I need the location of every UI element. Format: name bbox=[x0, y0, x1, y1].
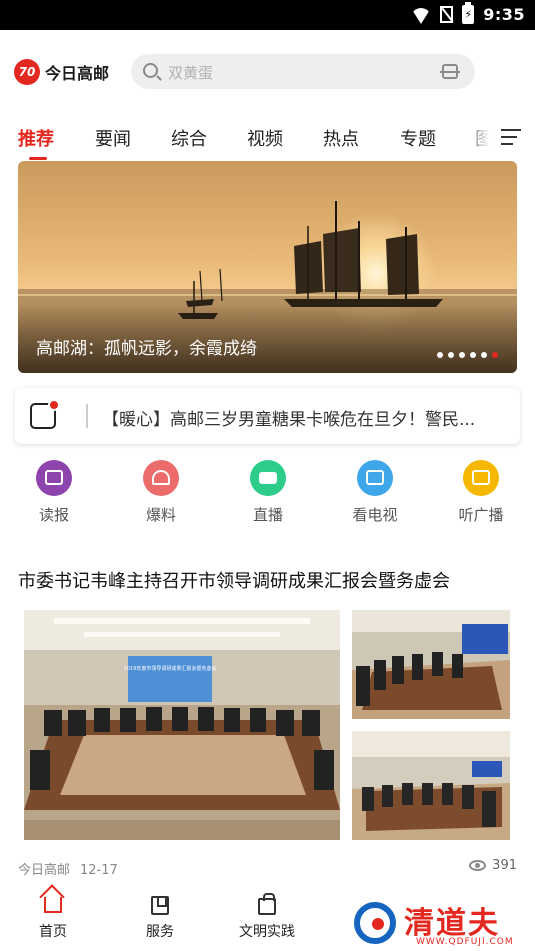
carousel-dot[interactable] bbox=[481, 352, 487, 358]
channel-tabs: 推荐 要闻 综合 视频 热点 专题 图 bbox=[0, 112, 535, 162]
quick-link-report[interactable]: 爆料 bbox=[126, 460, 196, 525]
app-screen: ⚡ 9:35 70 今日高邮 双黄蛋 推荐 要闻 综合 视频 热点 专题 图 bbox=[0, 0, 535, 951]
app-logo[interactable]: 70 今日高邮 bbox=[14, 59, 109, 85]
screen-text: 2019年度市领导调研成果汇报会暨务虚会 bbox=[124, 665, 217, 672]
search-input[interactable]: 双黄蛋 bbox=[168, 62, 213, 83]
carousel-dots bbox=[437, 352, 498, 358]
tab-hot[interactable]: 热点 bbox=[323, 125, 359, 151]
tv-icon bbox=[357, 460, 393, 496]
service-icon bbox=[151, 896, 169, 915]
tab-headlines[interactable]: 要闻 bbox=[95, 125, 131, 151]
search-bar[interactable]: 双黄蛋 bbox=[131, 54, 475, 89]
watermark-url: WWW.QDFUJI.COM bbox=[416, 937, 514, 947]
channel-menu-icon[interactable] bbox=[501, 129, 521, 145]
alarm-icon bbox=[143, 460, 179, 496]
article-date: 12-17 bbox=[80, 863, 118, 878]
view-count: 391 bbox=[469, 858, 517, 873]
carousel-dot[interactable] bbox=[470, 352, 476, 358]
site-watermark: 清道夫 WWW.QDFUJI.COM bbox=[352, 896, 532, 951]
clipboard-icon bbox=[258, 893, 276, 915]
quick-link-radio[interactable]: 听广播 bbox=[446, 460, 516, 525]
carousel-dot[interactable] bbox=[448, 352, 454, 358]
article-image-main[interactable]: 2019年度市领导调研成果汇报会暨务虚会 bbox=[24, 610, 340, 840]
article-image-secondary[interactable] bbox=[352, 610, 510, 719]
notification-icon bbox=[30, 399, 60, 429]
view-count-value: 391 bbox=[492, 858, 517, 873]
video-camera-icon bbox=[250, 460, 286, 496]
quick-link-read-paper[interactable]: 读报 bbox=[19, 460, 89, 525]
article-title[interactable]: 市委书记韦峰主持召开市领导调研成果汇报会暨务虚会 bbox=[18, 567, 518, 593]
tab-video[interactable]: 视频 bbox=[247, 125, 283, 151]
active-tab-indicator bbox=[29, 157, 47, 160]
scan-icon[interactable] bbox=[440, 64, 460, 79]
search-icon bbox=[143, 63, 158, 78]
banner-caption: 高邮湖：孤帆远影，余霞成绮 bbox=[36, 339, 257, 359]
home-icon bbox=[44, 897, 62, 913]
wifi-icon bbox=[411, 7, 432, 24]
nav-service[interactable]: 服务 bbox=[120, 893, 200, 941]
radio-icon bbox=[463, 460, 499, 496]
eye-icon bbox=[469, 860, 487, 871]
status-bar: ⚡ 9:35 bbox=[0, 0, 535, 30]
article-source: 今日高邮 bbox=[18, 863, 71, 878]
nav-home[interactable]: 首页 bbox=[13, 893, 93, 941]
article-image-tertiary[interactable] bbox=[352, 731, 510, 840]
carousel-dot[interactable] bbox=[437, 352, 443, 358]
clock: 9:35 bbox=[483, 5, 525, 24]
book-icon bbox=[36, 460, 72, 496]
ticker-text[interactable]: 【暖心】高邮三岁男童糖果卡喉危在旦夕！警民... bbox=[102, 405, 520, 430]
tab-topics[interactable]: 专题 bbox=[400, 125, 436, 151]
logo-mark-icon: 70 bbox=[14, 59, 40, 85]
quick-link-live[interactable]: 直播 bbox=[233, 460, 303, 525]
nav-civilization-practice[interactable]: 文明实践 bbox=[227, 893, 307, 941]
carousel-dot-active[interactable] bbox=[492, 352, 498, 358]
watermark-logo-icon bbox=[354, 902, 396, 944]
divider bbox=[86, 404, 88, 428]
quick-links: 读报 爆料 直播 看电视 听广播 bbox=[0, 460, 535, 530]
app-header: 70 今日高邮 双黄蛋 bbox=[0, 30, 535, 112]
watermark-text: 清道夫 bbox=[404, 906, 500, 941]
tab-general[interactable]: 综合 bbox=[171, 125, 207, 151]
carousel-dot[interactable] bbox=[459, 352, 465, 358]
logo-text: 今日高邮 bbox=[45, 64, 110, 83]
quick-link-tv[interactable]: 看电视 bbox=[340, 460, 410, 525]
battery-charging-icon: ⚡ bbox=[462, 2, 475, 24]
banner-carousel[interactable]: 高邮湖：孤帆远影，余霞成绮 bbox=[18, 161, 517, 373]
article-meta: 今日高邮 12-17 bbox=[18, 859, 118, 878]
news-ticker[interactable]: 【暖心】高邮三岁男童糖果卡喉危在旦夕！警民... bbox=[15, 388, 520, 444]
tab-recommend[interactable]: 推荐 bbox=[18, 125, 54, 151]
no-sim-icon bbox=[440, 6, 454, 23]
